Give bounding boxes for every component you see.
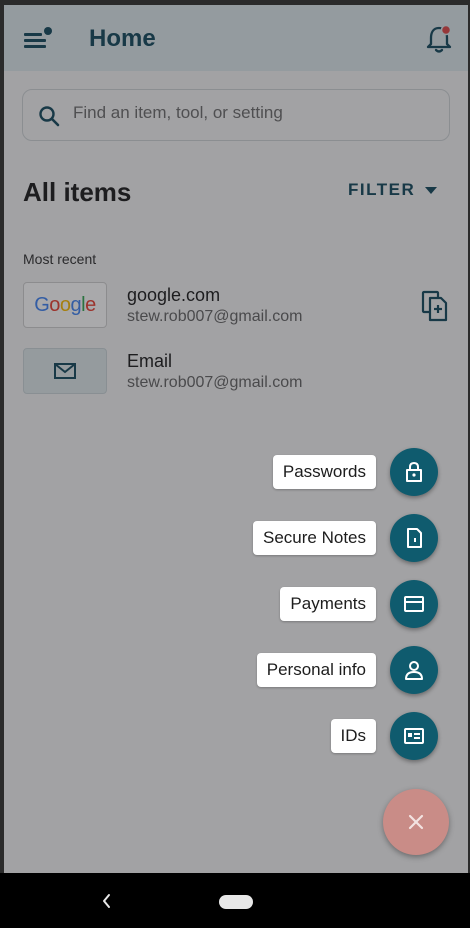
fab-label[interactable]: Personal info: [256, 653, 376, 687]
fab-label[interactable]: Passwords: [272, 455, 376, 489]
close-icon: [408, 814, 424, 830]
fab-option-secure-notes[interactable]: Secure Notes: [253, 514, 438, 562]
password-lock-icon[interactable]: [390, 448, 438, 496]
fab-option-payments[interactable]: Payments: [280, 580, 438, 628]
card-icon[interactable]: [390, 580, 438, 628]
person-icon[interactable]: [390, 646, 438, 694]
fab-option-passwords[interactable]: Passwords: [272, 448, 438, 496]
fab-option-ids[interactable]: IDs: [330, 712, 438, 760]
home-pill-button[interactable]: [219, 895, 253, 909]
fab-label[interactable]: IDs: [330, 719, 376, 753]
fab-label[interactable]: Secure Notes: [253, 521, 376, 555]
id-card-icon[interactable]: [390, 712, 438, 760]
note-icon[interactable]: [390, 514, 438, 562]
fab-option-personal-info[interactable]: Personal info: [256, 646, 438, 694]
close-fab-button[interactable]: [383, 789, 449, 855]
app-screen: Home All items FILTER Most recent Google…: [4, 5, 468, 873]
fab-label[interactable]: Payments: [280, 587, 376, 621]
back-chevron-icon[interactable]: [98, 891, 116, 911]
